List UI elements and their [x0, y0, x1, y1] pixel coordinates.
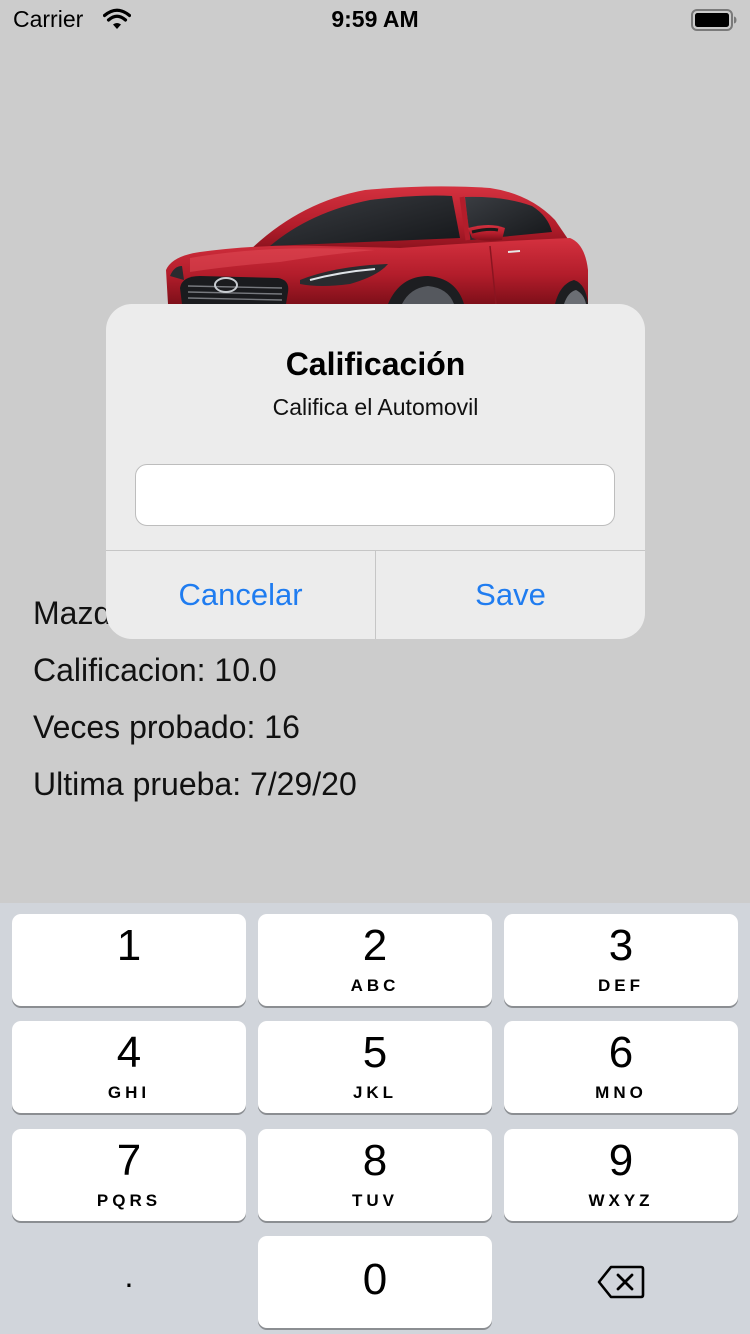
key-decimal[interactable]: . — [12, 1236, 246, 1328]
key-2[interactable]: 2 ABC — [258, 914, 492, 1006]
key-digit: 3 — [608, 921, 634, 970]
key-6[interactable]: 6 MNO — [504, 1021, 738, 1113]
alert-title: Calificación — [285, 346, 466, 382]
battery-icon — [691, 9, 737, 31]
key-digit: 2 — [362, 921, 388, 970]
key-digit: 6 — [608, 1028, 634, 1077]
key-digit: 4 — [116, 1028, 142, 1077]
key-letters: ABC — [350, 976, 400, 995]
key-letters: JKL — [352, 1083, 398, 1102]
rating-label: Calificacion: 10.0 — [33, 652, 277, 688]
key-digit: 5 — [362, 1028, 388, 1077]
status-bar: Carrier 9:59 AM — [0, 0, 750, 40]
key-letters: GHI — [107, 1083, 151, 1102]
key-digit: 0 — [362, 1255, 388, 1304]
car-image — [166, 186, 588, 304]
delete-backspace-icon — [597, 1265, 645, 1299]
status-time: 9:59 AM — [331, 6, 419, 32]
key-9[interactable]: 9 WXYZ — [504, 1129, 738, 1221]
last-test-label: Ultima prueba: 7/29/20 — [33, 766, 357, 802]
key-5[interactable]: 5 JKL — [258, 1021, 492, 1113]
key-digit: 9 — [608, 1136, 634, 1185]
key-7[interactable]: 7 PQRS — [12, 1129, 246, 1221]
key-digit: 8 — [362, 1136, 388, 1185]
key-letters: DEF — [598, 976, 644, 995]
alert-message: Califica el Automovil — [272, 394, 479, 420]
save-button[interactable]: Save — [376, 551, 645, 639]
times-tested-label: Veces probado: 16 — [33, 709, 300, 745]
cancel-button[interactable]: Cancelar — [106, 551, 375, 639]
key-3[interactable]: 3 DEF — [504, 914, 738, 1006]
key-1[interactable]: 1 — [12, 914, 246, 1006]
key-4[interactable]: 4 GHI — [12, 1021, 246, 1113]
key-0[interactable]: 0 — [258, 1236, 492, 1328]
key-letters: WXYZ — [588, 1191, 654, 1210]
key-digit: 7 — [116, 1136, 142, 1185]
delete-key[interactable] — [504, 1236, 738, 1328]
key-8[interactable]: 8 TUV — [258, 1129, 492, 1221]
key-decimal-label: . — [124, 1258, 134, 1294]
rating-alert: Calificación Califica el Automovil Cance… — [106, 304, 645, 639]
key-letters: MNO — [595, 1083, 647, 1102]
key-letters: PQRS — [96, 1191, 162, 1210]
key-letters: TUV — [352, 1191, 398, 1210]
rating-input[interactable] — [135, 464, 615, 526]
key-digit: 1 — [116, 921, 142, 970]
